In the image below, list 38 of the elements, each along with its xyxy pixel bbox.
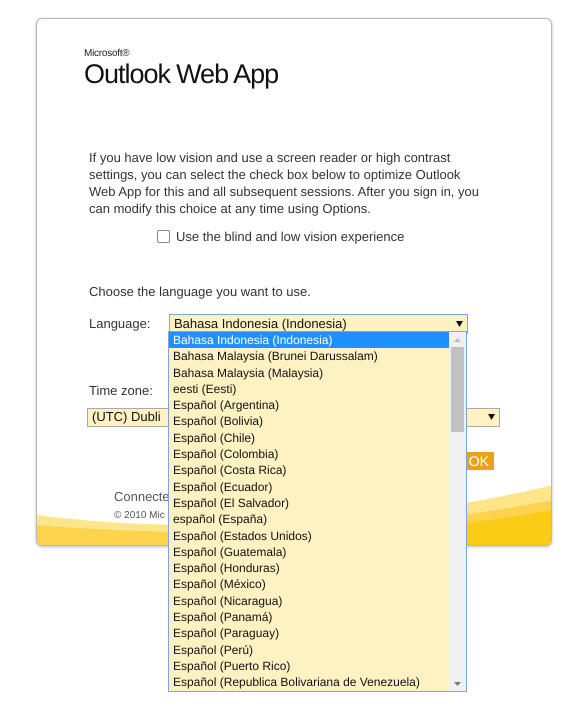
language-option[interactable]: eesti (Eesti) [169,380,449,398]
copyright-text: © 2010 Mic [114,509,165,523]
language-option[interactable]: Español (Chile) [169,430,449,446]
language-option[interactable]: español (España) [169,511,449,528]
language-label: Language: [89,315,152,334]
product-name: Web App [176,59,278,89]
language-option[interactable]: Español (Ecuador) [169,478,449,495]
language-option[interactable]: Español (Guatemala) [169,544,449,560]
checkbox[interactable] [157,230,170,244]
dropdown-arrow-icon [488,414,495,420]
language-option[interactable]: Español (Puerto Rico) [169,658,449,674]
dropdown-arrow-icon [456,321,463,327]
language-option[interactable]: Bahasa Malaysia (Brunei Darussalam) [169,348,449,365]
scroll-down-icon[interactable] [454,682,461,686]
language-option[interactable]: Español (Nicaragua) [169,592,449,610]
language-option[interactable]: Español (Honduras) [169,560,449,576]
language-option[interactable]: Bahasa Malaysia (Malaysia) [169,364,449,381]
scrollbar[interactable] [449,332,466,691]
language-option[interactable]: Español (El Salvador) [169,494,449,512]
language-option[interactable]: Español (Estados Unidos) [169,528,449,544]
connection-text: Connecte [114,488,170,506]
checkbox-label: Use the blind and low vision experience [176,228,404,246]
language-option[interactable]: Español (Perú) [169,642,449,658]
scrollbar-thumb[interactable] [451,347,464,432]
brand-text: Microsoft® [84,49,130,59]
product-name: Outlook [84,59,170,89]
language-option[interactable]: Español (Panamá) [169,609,449,626]
language-option[interactable]: Español (Republica Bolivariana de Venezuela) [169,674,449,691]
language-option[interactable]: Español (Paraguay) [169,625,449,642]
time-zone-label: Time zone: [89,382,153,400]
language-option[interactable]: Español (Argentina) [169,397,449,414]
language-option[interactable]: Español (Colombia) [169,446,449,462]
language-option[interactable]: Español (Costa Rica) [169,462,449,479]
language-option[interactable]: Español (México) [169,576,449,593]
language-prompt: Choose the language you want to use. [89,282,312,301]
scroll-up-icon[interactable] [454,338,461,342]
intro-text: If you have low vision and use a screen reader or high contrast settings, you can select the check box below to optimize Outlook Web App for this and all subsequent sessions. After you sign in, you can modify this choice at any time using Options. [89,149,480,217]
language-option[interactable]: Español (Bolivia) [169,413,449,430]
